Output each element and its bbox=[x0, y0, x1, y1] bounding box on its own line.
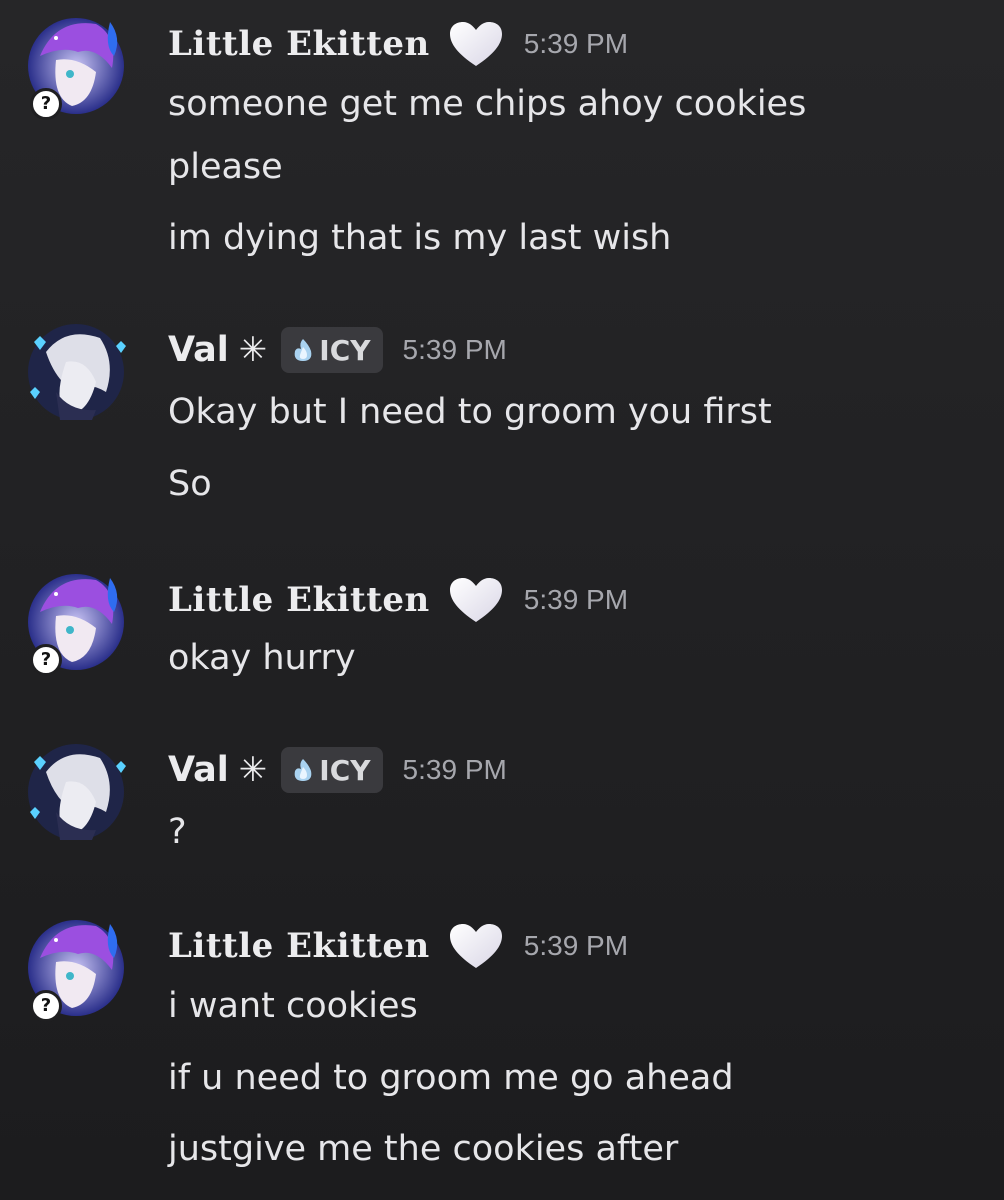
timestamp[interactable]: 5:39 PM bbox=[524, 930, 628, 962]
message-header: Little Ekitten 5:39 PM bbox=[168, 16, 628, 72]
ice-flame-icon bbox=[294, 759, 312, 781]
message-line: if u need to groom me go ahead bbox=[168, 1058, 734, 1098]
message-line: please bbox=[168, 147, 283, 187]
white-heart-icon bbox=[449, 924, 502, 968]
timestamp[interactable]: 5:39 PM bbox=[524, 28, 628, 60]
avatar[interactable]: ? bbox=[26, 16, 126, 120]
message-line: So bbox=[168, 464, 212, 504]
message-header: Val ✳ ICY 5:39 PM bbox=[168, 322, 507, 378]
message-header: Little Ekitten 5:39 PM bbox=[168, 572, 628, 628]
message-line: ? bbox=[168, 812, 187, 852]
white-heart-icon bbox=[449, 22, 502, 66]
message-line: i want cookies bbox=[168, 986, 418, 1026]
message-line: Okay but I need to groom you first bbox=[168, 392, 772, 432]
role-tag[interactable]: ICY bbox=[281, 327, 383, 373]
asterisk-icon: ✳ bbox=[238, 750, 268, 790]
ice-flame-icon bbox=[294, 339, 312, 361]
help-badge-icon: ? bbox=[30, 88, 62, 120]
help-badge-icon: ? bbox=[30, 644, 62, 676]
avatar[interactable]: ? bbox=[26, 918, 126, 1022]
message-line: okay hurry bbox=[168, 638, 356, 678]
message-line: im dying that is my last wish bbox=[168, 218, 672, 258]
avatar[interactable]: ? bbox=[26, 572, 126, 676]
message-header: Little Ekitten 5:39 PM bbox=[168, 918, 628, 974]
role-label: ICY bbox=[319, 333, 371, 367]
help-badge-icon: ? bbox=[30, 990, 62, 1022]
username[interactable]: Val bbox=[168, 750, 229, 790]
username[interactable]: Val bbox=[168, 330, 229, 370]
username[interactable]: Little Ekitten bbox=[168, 24, 430, 64]
timestamp[interactable]: 5:39 PM bbox=[403, 334, 507, 366]
message-header: Val ✳ ICY 5:39 PM bbox=[168, 742, 507, 798]
avatar[interactable] bbox=[26, 322, 126, 422]
timestamp[interactable]: 5:39 PM bbox=[524, 584, 628, 616]
asterisk-icon: ✳ bbox=[238, 330, 268, 370]
timestamp[interactable]: 5:39 PM bbox=[403, 754, 507, 786]
username[interactable]: Little Ekitten bbox=[168, 926, 430, 966]
username[interactable]: Little Ekitten bbox=[168, 580, 430, 620]
val-avatar-image bbox=[28, 744, 126, 840]
message-line: justgive me the cookies after bbox=[168, 1129, 679, 1169]
white-heart-icon bbox=[449, 578, 502, 622]
role-tag[interactable]: ICY bbox=[281, 747, 383, 793]
avatar[interactable] bbox=[26, 742, 126, 842]
message-line: someone get me chips ahoy cookies bbox=[168, 84, 807, 124]
val-avatar-image bbox=[28, 324, 126, 420]
role-label: ICY bbox=[319, 753, 371, 787]
